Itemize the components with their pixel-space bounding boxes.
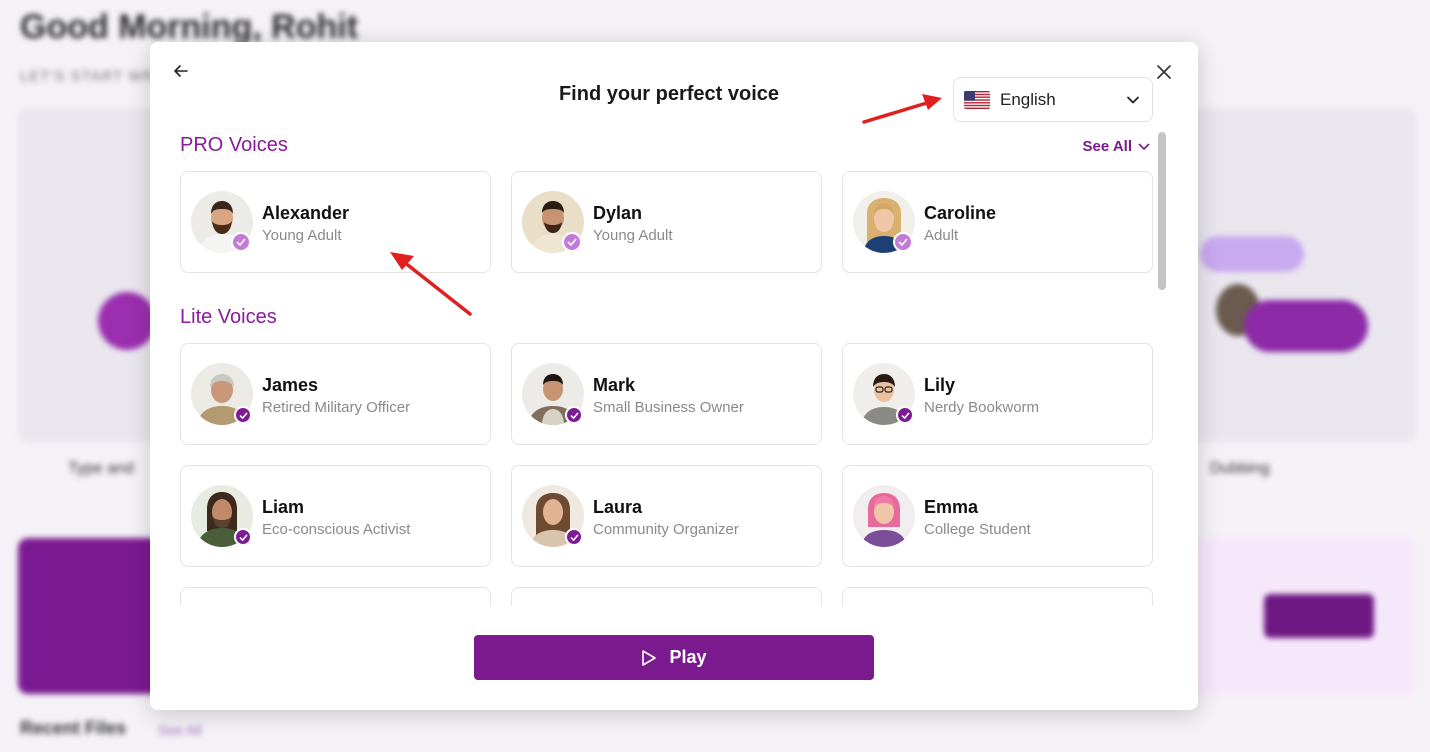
voice-description: Retired Military Officer	[262, 399, 411, 416]
voice-card-james[interactable]: James Retired Military Officer	[180, 343, 491, 445]
play-label: Play	[669, 647, 707, 667]
voice-card-caroline[interactable]: Caroline Adult	[842, 171, 1153, 273]
voice-name: Caroline	[924, 203, 997, 223]
voice-card[interactable]	[842, 587, 1153, 606]
avatar	[853, 485, 915, 547]
voice-card-emma[interactable]: Emma College Student	[842, 465, 1153, 567]
voice-name: Laura	[593, 497, 643, 517]
feature-icon	[98, 292, 156, 350]
play-button[interactable]: Play	[474, 635, 874, 680]
pro-voices-heading: PRO Voices	[180, 134, 288, 156]
lite-voices-heading: Lite Voices	[180, 306, 277, 328]
recent-files-heading: Recent Files	[20, 718, 127, 738]
back-button[interactable]	[170, 60, 192, 82]
feature-label: Type and	[68, 460, 134, 477]
see-all-link[interactable]: See All	[1083, 138, 1150, 155]
voice-description: College Student	[924, 521, 1031, 538]
get-pro-button	[1264, 594, 1374, 638]
language-select[interactable]: English	[953, 77, 1153, 122]
voice-name: Alexander	[262, 203, 350, 223]
voice-card-liam[interactable]: Liam Eco-conscious Activist	[180, 465, 491, 567]
check-icon	[565, 406, 583, 424]
voice-card-mark[interactable]: Mark Small Business Owner	[511, 343, 822, 445]
close-icon	[1157, 65, 1171, 79]
close-button[interactable]	[1154, 62, 1174, 82]
voice-name: James	[262, 375, 319, 395]
check-icon	[562, 232, 582, 252]
voice-description: Eco-conscious Activist	[262, 521, 411, 538]
voice-card[interactable]	[511, 587, 822, 606]
voice-card-laura[interactable]: Laura Community Organizer	[511, 465, 822, 567]
voice-description: Small Business Owner	[593, 399, 744, 416]
voice-card-lily[interactable]: Lily Nerdy Bookworm	[842, 343, 1153, 445]
feature-label: Dubbing	[1210, 460, 1270, 477]
language-pill	[1200, 236, 1304, 272]
check-icon	[231, 232, 251, 252]
chevron-down-icon	[1138, 143, 1150, 150]
check-icon	[896, 406, 914, 424]
us-flag-icon	[964, 90, 990, 109]
chevron-down-icon	[1127, 96, 1139, 103]
recent-see-all-link: See All	[158, 722, 202, 738]
voice-name: Mark	[593, 375, 636, 395]
voice-name: Lily	[924, 375, 956, 395]
play-icon	[642, 649, 657, 666]
voice-card[interactable]	[180, 587, 491, 606]
voice-description: Young Adult	[262, 227, 342, 244]
voices-list[interactable]: PRO Voices See All Alexander Young Adult…	[150, 130, 1198, 606]
voice-description: Nerdy Bookworm	[924, 399, 1040, 416]
check-icon	[893, 232, 913, 252]
check-icon	[565, 528, 583, 546]
voice-description: Community Organizer	[593, 521, 739, 538]
voice-name: Dylan	[593, 203, 643, 223]
language-label: English	[1000, 89, 1056, 109]
voice-pill	[1244, 300, 1368, 352]
voice-picker-modal: Find your perfect voice English PRO Voic…	[150, 42, 1198, 710]
see-all-label: See All	[1082, 138, 1132, 155]
voice-card-alexander[interactable]: Alexander Young Adult	[180, 171, 491, 273]
voice-description: Young Adult	[593, 227, 673, 244]
voice-name: Emma	[924, 497, 979, 517]
voice-card-dylan[interactable]: Dylan Young Adult	[511, 171, 822, 273]
scrollbar-thumb[interactable]	[1158, 132, 1166, 290]
check-icon	[234, 528, 252, 546]
arrow-left-icon	[174, 65, 188, 77]
check-icon	[234, 406, 252, 424]
voice-name: Liam	[262, 497, 305, 517]
voice-description: Adult	[924, 227, 959, 244]
